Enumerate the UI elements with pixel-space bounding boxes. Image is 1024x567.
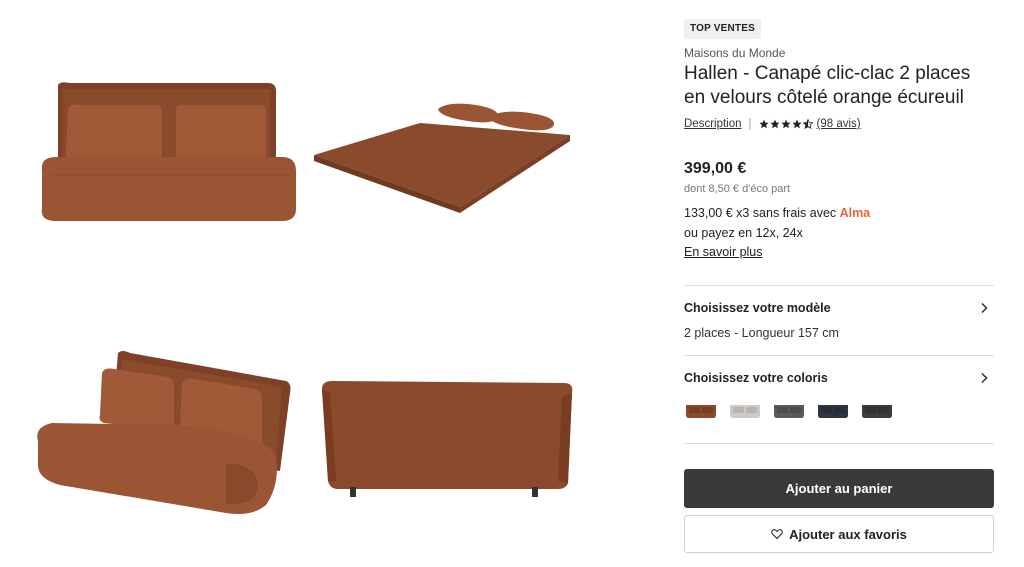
installment-amount: 133,00 € x3 sans frais avec [684, 206, 840, 220]
star-icon [769, 119, 780, 129]
half-star-icon [802, 119, 813, 129]
choose-model-button[interactable]: Choisissez votre modèle [684, 301, 831, 315]
product-meta: Description | (98 avis) [684, 118, 861, 130]
brand-name: Maisons du Monde [684, 46, 786, 60]
learn-more-link[interactable]: En savoir plus [684, 245, 763, 259]
swatch-charcoal[interactable] [860, 401, 894, 421]
add-to-favorites-label: Ajouter aux favoris [789, 526, 907, 542]
installment-text: 133,00 € x3 sans frais avec Alma [684, 206, 870, 220]
heart-icon [771, 529, 783, 540]
rating-stars [758, 119, 813, 129]
star-icon [758, 119, 769, 129]
choose-color-button[interactable]: Choisissez votre coloris [684, 371, 828, 385]
swatch-orange[interactable] [684, 401, 718, 421]
sofa-front-view-image[interactable] [30, 75, 305, 235]
eco-part-text: dont 8,50 € d'éco part [684, 183, 791, 195]
add-to-cart-button[interactable]: Ajouter au panier [684, 469, 994, 508]
swatch-beige[interactable] [728, 401, 762, 421]
sofa-angled-view-image[interactable] [30, 345, 298, 525]
meta-separator: | [748, 118, 752, 130]
reviews-link[interactable]: (98 avis) [817, 118, 861, 130]
product-title: Hallen - Canapé clic-clac 2 places en ve… [684, 63, 971, 108]
product-price: 399,00 € [684, 160, 747, 177]
swatch-grey[interactable] [772, 401, 806, 421]
divider [684, 355, 994, 356]
color-swatches [684, 401, 894, 421]
star-icon [780, 119, 791, 129]
selected-model: 2 places - Longueur 157 cm [684, 326, 839, 340]
add-to-favorites-button[interactable]: Ajouter aux favoris [684, 515, 994, 553]
chevron-right-icon[interactable] [978, 302, 990, 314]
description-link[interactable]: Description [684, 118, 742, 130]
divider [684, 285, 994, 286]
sofa-back-view-image[interactable] [318, 375, 578, 500]
alma-logo: Alma [839, 206, 871, 220]
product-gallery [0, 0, 640, 567]
sofa-bed-open-image[interactable] [308, 95, 576, 215]
chevron-right-icon[interactable] [978, 372, 990, 384]
divider [684, 443, 994, 444]
top-sales-badge: TOP VENTES [684, 19, 761, 39]
installment-options: ou payez en 12x, 24x [684, 226, 803, 240]
swatch-navy[interactable] [816, 401, 850, 421]
star-icon [791, 119, 802, 129]
